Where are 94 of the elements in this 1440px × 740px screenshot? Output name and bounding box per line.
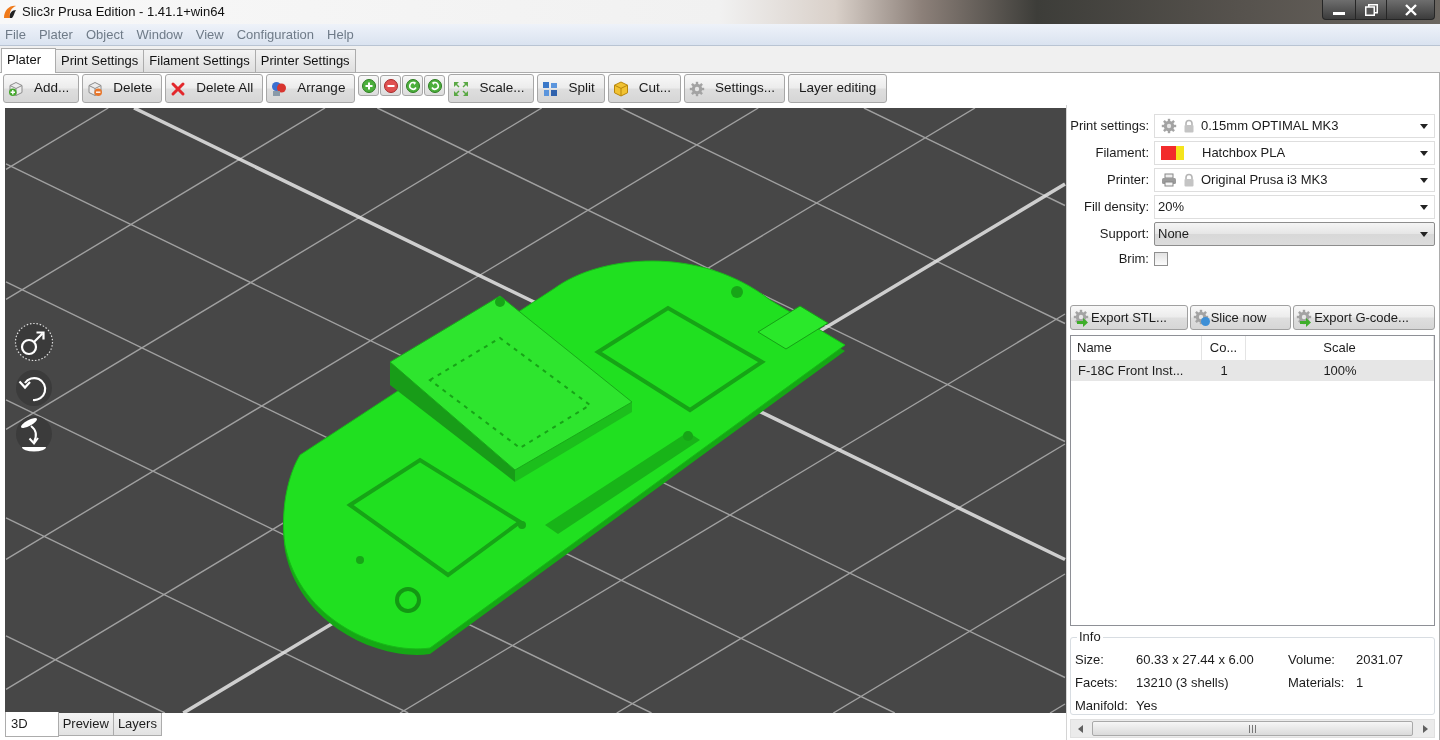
close-button[interactable] — [1387, 0, 1435, 20]
field-value: Yes — [1136, 698, 1159, 714]
field-label: Manifold: — [1075, 698, 1129, 714]
rotate-icon[interactable] — [14, 368, 54, 408]
action-button[interactable]: Export STL... — [1070, 305, 1188, 330]
toolbar-button[interactable]: Add... — [3, 74, 80, 103]
gear-icon — [1161, 118, 1177, 134]
preset-dropdown[interactable]: Original Prusa i3 MK3 — [1154, 168, 1435, 192]
menu-item[interactable]: View — [190, 24, 229, 45]
expand-arrows-icon — [453, 80, 470, 97]
printer-icon — [1161, 173, 1177, 187]
object-row[interactable]: F-18C Front Inst... 1 100% — [1071, 360, 1434, 381]
dropdown-arrow-icon — [1420, 204, 1428, 210]
toolbar-button[interactable]: Split — [537, 74, 605, 103]
restore-button[interactable] — [1356, 0, 1387, 20]
field-label: Brim: — [1117, 250, 1150, 269]
action-button[interactable]: Export G-code... — [1293, 305, 1435, 330]
field-label: Support: — [1098, 225, 1150, 244]
field-label: Filament: — [1094, 144, 1150, 163]
minus-icon — [383, 78, 398, 93]
dropdown-arrow-icon — [1420, 123, 1428, 129]
box-plus-icon — [8, 80, 24, 97]
scrollbar-track[interactable] — [1070, 719, 1435, 738]
table-cell-text: F-18C Front Inst... — [1077, 361, 1185, 380]
box-minus-icon — [87, 80, 104, 97]
field-label: Fill density: — [1082, 198, 1150, 217]
dropdown-arrow-icon — [1420, 231, 1428, 237]
menu-item[interactable]: Help — [322, 24, 359, 45]
dropdown-arrow-icon — [1420, 150, 1428, 156]
minimize-icon — [1333, 12, 1345, 15]
dropdown[interactable]: None — [1154, 222, 1435, 246]
toolbar-button[interactable]: Delete — [82, 74, 163, 103]
field-label: Printer: — [1106, 171, 1150, 190]
menu-item[interactable]: File — [0, 24, 31, 45]
rotate-left-icon — [405, 78, 420, 93]
field-value: 1 — [1356, 675, 1365, 691]
minimize-button[interactable] — [1322, 0, 1356, 20]
toolbar-button[interactable]: Cut... — [607, 74, 681, 103]
tab[interactable]: Printer Settings — [254, 49, 356, 72]
menu-item[interactable]: Plater — [33, 24, 78, 45]
tab[interactable]: Plater — [1, 48, 56, 73]
toolbar-button[interactable]: Settings... — [683, 74, 785, 103]
field-value: 60.33 x 27.44 x 6.00 — [1136, 652, 1255, 668]
rotate-right-button[interactable] — [424, 75, 446, 96]
restore-icon — [1364, 3, 1378, 16]
menu-item[interactable]: Window — [131, 24, 188, 45]
app-logo-icon — [2, 4, 18, 20]
cube-icon — [612, 80, 629, 97]
table-cell-text: 1 — [1219, 361, 1229, 380]
field-label: Size: — [1075, 652, 1105, 668]
filament-dropdown[interactable]: Hatchbox PLA — [1154, 141, 1435, 165]
blocks-icon — [542, 80, 559, 97]
close-icon — [1404, 3, 1417, 16]
gear-arrow-icon — [1073, 308, 1091, 327]
field-label: Volume: — [1288, 652, 1336, 668]
preset-dropdown[interactable]: 0.15mm OPTIMAL MK3 — [1154, 114, 1435, 138]
menu-item[interactable]: Object — [80, 24, 129, 45]
menu-item[interactable]: Configuration — [231, 24, 320, 45]
cross-icon — [170, 80, 187, 97]
dropdown-arrow-icon — [1420, 177, 1428, 183]
field-value: 13210 (3 shells) — [1136, 675, 1230, 691]
toolbar-button[interactable]: Layer editing — [788, 74, 888, 103]
rotate-left-button[interactable] — [402, 75, 424, 96]
plus-icon — [361, 78, 376, 93]
field-label: Print settings: — [1070, 117, 1150, 136]
arrow-to-plate-icon[interactable] — [14, 414, 54, 454]
table-cell-text: 100% — [1322, 361, 1358, 380]
field-value: 2031.07 — [1356, 652, 1404, 668]
gear-icon — [1192, 308, 1211, 327]
plus-button[interactable] — [358, 75, 380, 96]
gear-icon — [688, 80, 705, 97]
tab[interactable]: Print Settings — [54, 49, 145, 72]
grip-icon — [1249, 724, 1256, 733]
window-title: Slic3r Prusa Edition - 1.41.1+win64 — [22, 3, 225, 22]
rotate-right-icon — [427, 78, 442, 93]
3d-viewport[interactable] — [5, 108, 1066, 713]
tab[interactable]: Filament Settings — [143, 49, 256, 72]
view-tab[interactable]: Preview — [57, 713, 114, 736]
field-label: Facets: — [1075, 675, 1119, 691]
combo-box[interactable]: 20% — [1154, 195, 1435, 219]
scrollbar-thumb[interactable] — [1092, 721, 1413, 736]
minus-button[interactable] — [380, 75, 402, 96]
view-tab[interactable]: Layers — [112, 713, 162, 736]
field-label: Materials: — [1288, 675, 1346, 691]
toolbar-button[interactable]: Scale... — [448, 74, 535, 103]
toolbar-button[interactable]: Delete All — [165, 74, 264, 103]
shapes-icon — [271, 80, 288, 97]
right-arrow-icon — [1422, 724, 1428, 733]
toolbar-button[interactable]: Arrange — [266, 74, 356, 103]
left-arrow-icon — [1077, 724, 1083, 733]
model-drawing[interactable] — [283, 260, 846, 655]
action-button[interactable]: Slice now — [1189, 305, 1292, 330]
view-tab[interactable]: 3D — [5, 712, 59, 737]
checkbox[interactable] — [1154, 252, 1168, 266]
